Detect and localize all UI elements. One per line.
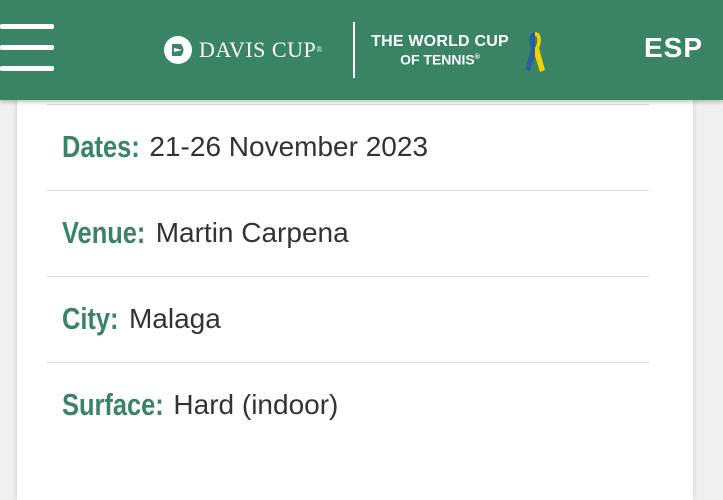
brand-name: DAVIS CUP® bbox=[199, 37, 323, 62]
city-value: Malaga bbox=[128, 303, 221, 334]
davis-cup-logo[interactable]: DAVIS CUP® bbox=[163, 34, 323, 66]
surface-label: Surface: bbox=[62, 387, 164, 422]
top-header: DAVIS CUP® THE WORLD CUP OF TENNIS® ESP bbox=[0, 0, 723, 100]
venue-value: Martin Carpena bbox=[155, 217, 349, 248]
tagline-line-1: THE WORLD CUP bbox=[371, 33, 509, 50]
tagline-line-2: OF TENNIS® bbox=[400, 51, 480, 68]
hamburger-menu-icon[interactable] bbox=[0, 24, 56, 74]
dates-label: Dates: bbox=[62, 129, 140, 164]
venue-label: Venue: bbox=[62, 215, 146, 250]
city-label: City: bbox=[62, 301, 119, 336]
language-switch[interactable]: ESP bbox=[644, 30, 703, 66]
ribbon-icon bbox=[525, 32, 545, 72]
detail-row-surface: Surface: Hard (indoor) bbox=[47, 362, 649, 447]
detail-row-dates: Dates: 21-26 November 2023 bbox=[47, 104, 649, 189]
detail-row-venue: Venue: Martin Carpena bbox=[47, 190, 649, 275]
logo-divider bbox=[353, 22, 355, 78]
davis-cup-logo-icon bbox=[164, 36, 192, 64]
world-cup-tagline: THE WORLD CUP OF TENNIS® bbox=[364, 33, 516, 68]
dates-value: 21-26 November 2023 bbox=[149, 131, 429, 162]
surface-value: Hard (indoor) bbox=[173, 389, 339, 420]
detail-row-city: City: Malaga bbox=[47, 276, 649, 361]
